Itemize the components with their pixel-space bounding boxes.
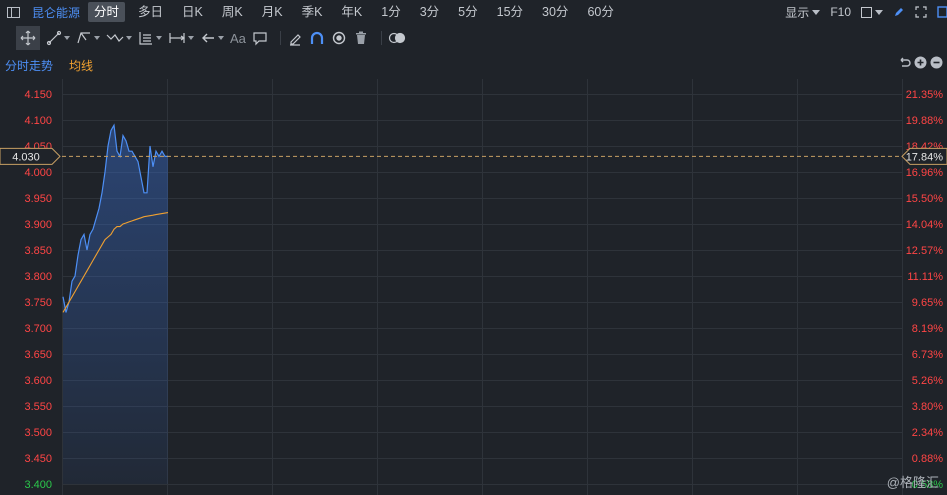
y-left-tick-label: 4.100	[24, 115, 52, 127]
price-area-fill	[63, 125, 168, 484]
y-left-tick-label: 3.800	[24, 271, 52, 283]
y-right-tick-label: 6.73%	[912, 349, 943, 361]
y-right-tick-label: 5.26%	[912, 375, 943, 387]
y-left-tick-label: 4.000	[24, 167, 52, 179]
y-right-tick-label: 14.04%	[906, 219, 944, 231]
y-right-tick-label: 9.65%	[912, 297, 943, 309]
y-left-tick-label: 3.550	[24, 401, 52, 413]
y-right-tick-label: 16.96%	[906, 167, 944, 179]
y-right-tick-label: 3.80%	[912, 401, 943, 413]
y-right-tick-label: 11.11%	[907, 271, 943, 283]
y-left-tick-label: 3.850	[24, 245, 52, 257]
watermark: @格隆汇	[886, 475, 939, 490]
y-right-tick-label: 19.88%	[906, 115, 944, 127]
y-left-tick-label: 4.150	[24, 89, 52, 101]
y-left-tick-label: 3.950	[24, 193, 52, 205]
current-pct-label: 17.84%	[906, 151, 944, 163]
y-left-tick-label: 3.700	[24, 323, 52, 335]
y-left-tick-label: 3.450	[24, 453, 52, 465]
y-left-tick-label: 3.400	[24, 479, 52, 491]
y-right-tick-label: 12.57%	[906, 245, 944, 257]
y-right-tick-label: 21.35%	[906, 89, 944, 101]
intraday-chart[interactable]: 4.150 21.35%4.100 19.88%4.050 18.42%4.000 16…	[0, 0, 947, 495]
y-left-tick-label: 3.600	[24, 375, 52, 387]
y-right-tick-label: 15.50%	[906, 193, 944, 205]
current-price-label: 4.030	[12, 151, 40, 163]
y-right-tick-label: 0.88%	[912, 453, 943, 465]
y-left-tick-label: 3.900	[24, 219, 52, 231]
y-right-tick-label: 8.19%	[912, 323, 943, 335]
y-left-tick-label: 3.500	[24, 427, 52, 439]
y-left-tick-label: 3.650	[24, 349, 52, 361]
y-right-tick-label: 2.34%	[912, 427, 943, 439]
y-left-tick-label: 3.750	[24, 297, 52, 309]
